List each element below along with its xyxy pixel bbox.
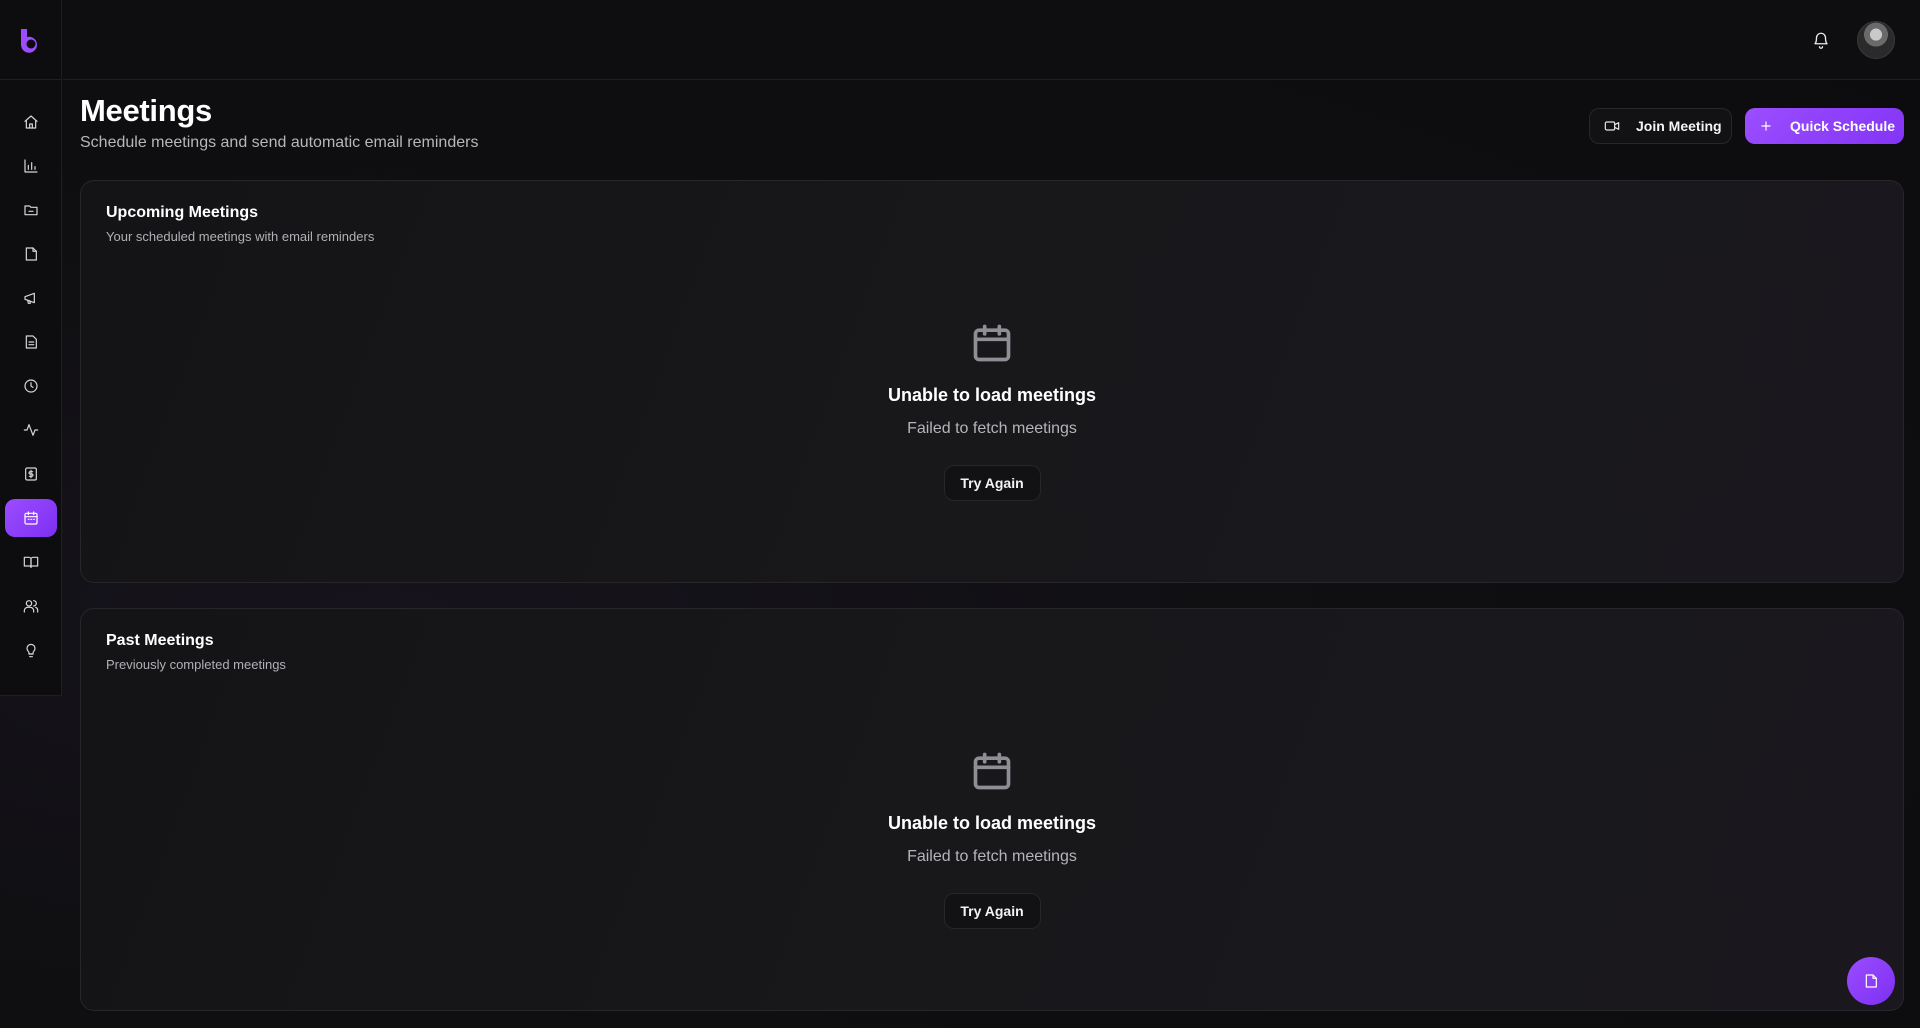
app-root: Meetings Schedule meetings and send auto… <box>0 0 1920 1028</box>
try-again-button[interactable]: Try Again <box>943 465 1041 501</box>
empty-state: Unable to load meetings Failed to fetch … <box>81 749 1903 929</box>
notifications-button[interactable] <box>1812 31 1830 49</box>
sidebar <box>0 0 62 696</box>
book-icon <box>23 556 39 568</box>
users-icon <box>23 600 39 613</box>
page-title: Meetings <box>80 93 212 128</box>
sidebar-item-billing[interactable] <box>5 455 57 493</box>
sidebar-item-ideas[interactable] <box>5 631 57 669</box>
try-again-button[interactable]: Try Again <box>943 893 1041 929</box>
home-icon <box>24 115 38 129</box>
bell-icon <box>1814 32 1828 49</box>
document-icon <box>25 335 37 349</box>
card-title: Past Meetings <box>106 632 214 649</box>
top-bar <box>63 0 1920 80</box>
join-meeting-label: Join Meeting <box>1636 118 1722 134</box>
sidebar-item-analytics[interactable] <box>5 147 57 185</box>
empty-state-message: Failed to fetch meetings <box>907 848 1077 865</box>
card-subtitle: Your scheduled meetings with email remin… <box>106 229 375 244</box>
calendar-icon <box>970 749 1014 793</box>
join-meeting-button[interactable]: Join Meeting <box>1589 108 1732 144</box>
bar-chart-icon <box>24 159 38 173</box>
empty-state-message: Failed to fetch meetings <box>907 420 1077 437</box>
calendar-icon <box>970 321 1014 365</box>
sidebar-item-folders[interactable] <box>5 191 57 229</box>
lightbulb-icon <box>26 643 36 658</box>
file-icon <box>25 247 37 261</box>
megaphone-icon <box>24 292 35 304</box>
card-title: Upcoming Meetings <box>106 204 259 221</box>
sidebar-item-history[interactable] <box>5 367 57 405</box>
sidebar-item-team[interactable] <box>5 587 57 625</box>
sidebar-item-library[interactable] <box>5 543 57 581</box>
dollar-icon <box>25 467 37 481</box>
logo-icon <box>20 28 37 53</box>
plus-icon <box>1761 121 1771 131</box>
sidebar-item-campaigns[interactable] <box>5 279 57 317</box>
empty-state-title: Unable to load meetings <box>887 385 1097 405</box>
past-meetings-card: Past Meetings Previously completed meeti… <box>80 608 1904 1011</box>
floating-notes-button[interactable] <box>1847 957 1895 1005</box>
empty-state-title: Unable to load meetings <box>887 813 1097 833</box>
sidebar-item-files[interactable] <box>5 235 57 273</box>
activity-icon <box>23 424 39 436</box>
file-icon <box>1865 974 1877 988</box>
calendar-icon <box>24 511 38 525</box>
video-icon <box>1604 121 1620 131</box>
quick-schedule-button[interactable]: Quick Schedule <box>1745 108 1904 144</box>
sidebar-item-meetings[interactable] <box>5 499 57 537</box>
sidebar-item-documents[interactable] <box>5 323 57 361</box>
avatar[interactable] <box>1857 21 1895 59</box>
quick-schedule-label: Quick Schedule <box>1790 118 1896 134</box>
sidebar-item-home[interactable] <box>5 103 57 141</box>
upcoming-meetings-card: Upcoming Meetings Your scheduled meeting… <box>80 180 1904 583</box>
sidebar-item-activity[interactable] <box>5 411 57 449</box>
page-subtitle: Schedule meetings and send automatic ema… <box>80 134 479 151</box>
empty-state: Unable to load meetings Failed to fetch … <box>81 321 1903 501</box>
logo[interactable] <box>0 0 61 80</box>
clock-icon <box>24 379 38 393</box>
folder-icon <box>24 205 38 216</box>
card-subtitle: Previously completed meetings <box>106 657 286 672</box>
